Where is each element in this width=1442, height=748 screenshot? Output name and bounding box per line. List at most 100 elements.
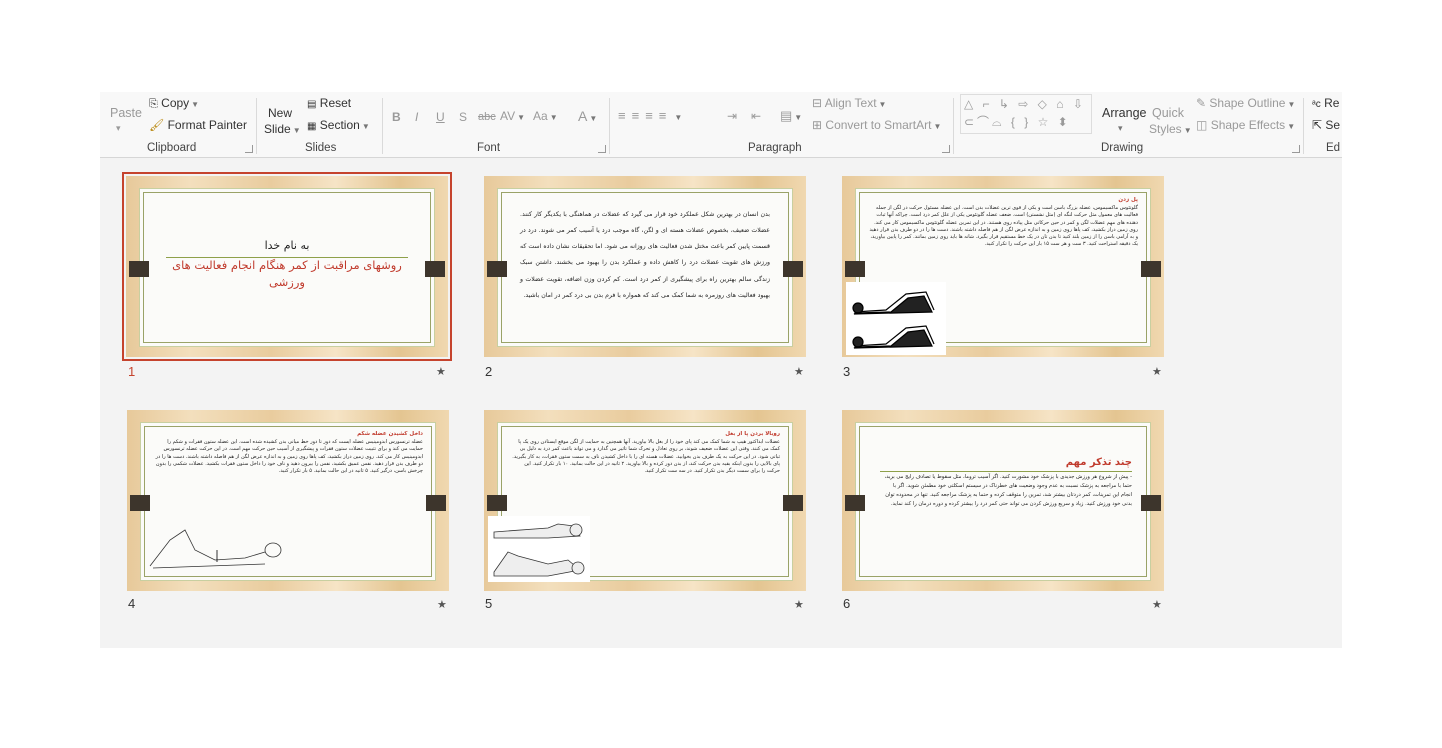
clipboard-launcher-icon[interactable] bbox=[245, 145, 253, 153]
strikethrough-button[interactable]: abc bbox=[478, 111, 496, 123]
reset-button[interactable]: ▤ Reset bbox=[307, 96, 351, 110]
case-label: Aa bbox=[533, 109, 548, 123]
exercise-figure bbox=[145, 520, 285, 570]
ltr-button[interactable]: ⇥ bbox=[727, 109, 737, 123]
arrange-dropdown-icon[interactable]: ▾ bbox=[1118, 123, 1123, 134]
justify-icon[interactable]: ≡ bbox=[659, 108, 673, 123]
slide-thumbnail-2[interactable]: بدن انسان در بهترین شکل عملکرد خود قرار … bbox=[484, 176, 806, 357]
replace-icon: ᵃc bbox=[1312, 99, 1321, 110]
slide-sorter-view: به نام خدا روشهای مراقبت از کمر هنگام ان… bbox=[100, 159, 1342, 648]
italic-button[interactable]: I bbox=[415, 110, 418, 124]
font-launcher-icon[interactable] bbox=[598, 145, 606, 153]
slide-thumbnail-6[interactable]: چند تذکر مهم - پیش از شروع هر ورزش جدیدی… bbox=[842, 410, 1164, 591]
arrange-button[interactable]: Arrange bbox=[1102, 106, 1146, 120]
ribbon-home: Paste ▾ ⎘ Copy ▼ 🖌 Format Painter Clipboa… bbox=[100, 92, 1342, 158]
slide-thumbnail-3[interactable]: پل زدن گلوتئوس ماکسیموس، عضله بزرگ باسن … bbox=[842, 176, 1164, 357]
spacing-label: AV bbox=[500, 109, 516, 123]
side-tab bbox=[845, 495, 865, 511]
shapes-gallery-icons: △ ⌐ ↳ ⇨ ◇ ⌂ ⇩ ⊂⌒⌓ { } ☆ ⬍ bbox=[964, 97, 1086, 129]
select-label: Se bbox=[1325, 118, 1341, 132]
smartart-icon: ⊞ bbox=[812, 118, 823, 132]
bold-button[interactable]: B bbox=[392, 110, 401, 124]
replace-button[interactable]: ᵃc Re bbox=[1312, 96, 1339, 110]
shapes-gallery[interactable]: △ ⌐ ↳ ⇨ ◇ ⌂ ⇩ ⊂⌒⌓ { } ☆ ⬍ bbox=[960, 94, 1092, 134]
group-label-editing: Ed bbox=[1326, 142, 1341, 154]
underline-button[interactable]: U bbox=[436, 110, 445, 124]
star-icon: ★ bbox=[437, 599, 447, 611]
slide-body: گلوتئوس ماکسیموس، عضله بزرگ باسن است و ی… bbox=[869, 205, 1138, 248]
new-slide-button[interactable]: New bbox=[268, 106, 292, 120]
slide-heading: روبالا بردن پا از بغل bbox=[725, 431, 780, 437]
font-color-button[interactable]: A ▼ bbox=[578, 108, 597, 124]
slide-thumbnail-5[interactable]: روبالا بردن پا از بغل عضلات ابداکتور هیپ… bbox=[484, 410, 806, 591]
section-icon: ▦ bbox=[307, 121, 317, 132]
font-color-label: A bbox=[578, 108, 588, 124]
slide-thumbnail-1[interactable]: به نام خدا روشهای مراقبت از کمر هنگام ان… bbox=[122, 172, 452, 361]
slide-thumbnail-4[interactable]: داخل کشیدن عضله شکم عضله ترنسورس ابدومین… bbox=[127, 410, 449, 591]
group-label-slides: Slides bbox=[305, 142, 337, 154]
side-tab bbox=[426, 495, 446, 511]
copy-icon: ⎘ bbox=[149, 98, 158, 110]
copy-button[interactable]: ⎘ Copy ▼ bbox=[149, 96, 199, 111]
drawing-launcher-icon[interactable] bbox=[1292, 145, 1300, 153]
rtl-icon: ⇤ bbox=[751, 109, 762, 123]
align-text-label: Align Text bbox=[824, 96, 877, 110]
paste-dropdown-icon[interactable]: ▾ bbox=[116, 123, 121, 134]
powerpoint-window: Paste ▾ ⎘ Copy ▼ 🖌 Format Painter Clipboa… bbox=[100, 92, 1342, 648]
change-case-button[interactable]: Aa ▼ bbox=[533, 109, 558, 123]
convert-smartart-button[interactable]: ⊞ Convert to SmartArt ▼ bbox=[812, 118, 941, 132]
new-slide-dropdown[interactable]: Slide ▼ bbox=[264, 122, 301, 136]
shadow-button[interactable]: S bbox=[459, 110, 467, 124]
paste-button[interactable]: Paste bbox=[110, 106, 142, 120]
character-spacing-button[interactable]: AV ▼ bbox=[500, 109, 525, 123]
separator bbox=[609, 98, 610, 154]
quick-styles-button[interactable]: Quick bbox=[1152, 106, 1184, 120]
slide-heading: چند تذکر مهم bbox=[1065, 457, 1132, 468]
slide-content-frame: بدن انسان در بهترین شکل عملکرد خود قرار … bbox=[501, 192, 789, 343]
align-center-icon[interactable]: ≡ bbox=[632, 108, 646, 123]
shape-outline-button[interactable]: ✎ Shape Outline ▼ bbox=[1196, 96, 1295, 110]
star-icon: ★ bbox=[794, 599, 804, 611]
new-slide-label-2: Slide bbox=[264, 122, 291, 136]
select-button[interactable]: ⇱ Se bbox=[1312, 118, 1340, 132]
side-tab bbox=[487, 261, 507, 277]
slide-heading: پل زدن bbox=[1118, 197, 1138, 203]
slide-body: - پیش از شروع هر ورزش جدیدی با پزشک خود … bbox=[884, 474, 1132, 507]
copy-dropdown-icon[interactable]: ▼ bbox=[191, 100, 199, 109]
copy-label: Copy bbox=[161, 96, 190, 110]
exercise-figure bbox=[488, 516, 590, 582]
convert-smartart-label: Convert to SmartArt bbox=[825, 118, 932, 132]
quick-styles-label-1: Quick bbox=[1152, 106, 1184, 120]
slide-number: 6 bbox=[843, 596, 851, 611]
slide-number: 1 bbox=[128, 364, 136, 379]
star-icon: ★ bbox=[1152, 599, 1162, 611]
side-leg-raise-icon bbox=[493, 523, 585, 577]
columns-button[interactable]: ▤ ▼ bbox=[780, 108, 802, 124]
rtl-button[interactable]: ⇤ bbox=[751, 109, 761, 123]
arrange-label: Arrange bbox=[1102, 106, 1147, 120]
columns-icon: ▤ bbox=[780, 108, 793, 123]
paragraph-launcher-icon[interactable] bbox=[942, 145, 950, 153]
align-left-icon[interactable]: ≡ bbox=[618, 108, 632, 123]
slide-body: بدن انسان در بهترین شکل عملکرد خود قرار … bbox=[520, 211, 770, 299]
format-painter-button[interactable]: 🖌 Format Painter bbox=[149, 118, 247, 132]
slide-content-frame: به نام خدا روشهای مراقبت از کمر هنگام ان… bbox=[143, 192, 431, 343]
slide-title: به نام خدا bbox=[264, 239, 310, 252]
align-right-icon[interactable]: ≡ bbox=[645, 108, 659, 123]
group-label-clipboard: Clipboard bbox=[147, 142, 197, 154]
separator bbox=[1303, 98, 1304, 154]
section-button[interactable]: ▦ Section ▼ bbox=[307, 118, 370, 132]
slide-body: عضلات ابداکتور هیپ به شما کمک می کند پای… bbox=[512, 439, 780, 474]
side-tab bbox=[1141, 261, 1161, 277]
ltr-icon: ⇥ bbox=[727, 109, 738, 123]
separator bbox=[256, 98, 257, 154]
shape-effects-button[interactable]: ◫ Shape Effects ▼ bbox=[1196, 118, 1295, 132]
separator bbox=[382, 98, 383, 154]
alignment-buttons[interactable]: ≡≡≡≡ ▼ bbox=[618, 108, 688, 123]
align-text-button[interactable]: ⊟ Align Text ▼ bbox=[812, 96, 886, 110]
quick-styles-dropdown[interactable]: Styles ▼ bbox=[1149, 122, 1192, 136]
exercise-figure bbox=[846, 282, 946, 355]
paintbrush-icon: 🖌 bbox=[149, 118, 165, 132]
align-text-icon: ⊟ bbox=[812, 96, 823, 110]
side-tab bbox=[129, 261, 149, 277]
